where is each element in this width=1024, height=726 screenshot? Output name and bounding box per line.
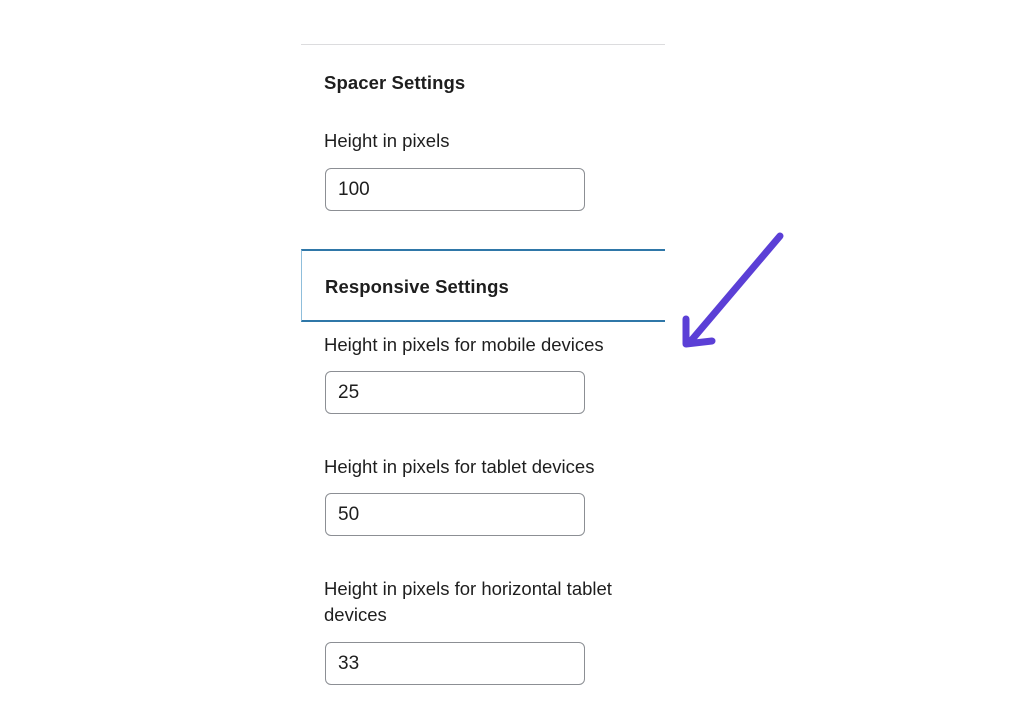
horizontal-tablet-height-label: Height in pixels for horizontal tablet d… (324, 578, 612, 625)
tablet-height-input[interactable] (325, 493, 585, 536)
mobile-height-input[interactable] (325, 371, 585, 414)
panel-divider (301, 44, 665, 45)
responsive-settings-title: Responsive Settings (325, 276, 509, 297)
block-settings-panel: Spacer Settings Height in pixels Respons… (301, 0, 665, 726)
arrow-down-left-icon (682, 232, 784, 348)
mobile-height-label: Height in pixels for mobile devices (324, 334, 604, 355)
height-label: Height in pixels (324, 130, 450, 151)
tablet-height-label: Height in pixels for tablet devices (324, 456, 595, 477)
spacer-settings-title: Spacer Settings (324, 72, 466, 93)
horizontal-tablet-height-input[interactable] (325, 642, 585, 685)
arrow-shaft (686, 232, 784, 346)
height-input[interactable] (325, 168, 585, 211)
responsive-settings-header[interactable]: Responsive Settings (301, 249, 665, 322)
